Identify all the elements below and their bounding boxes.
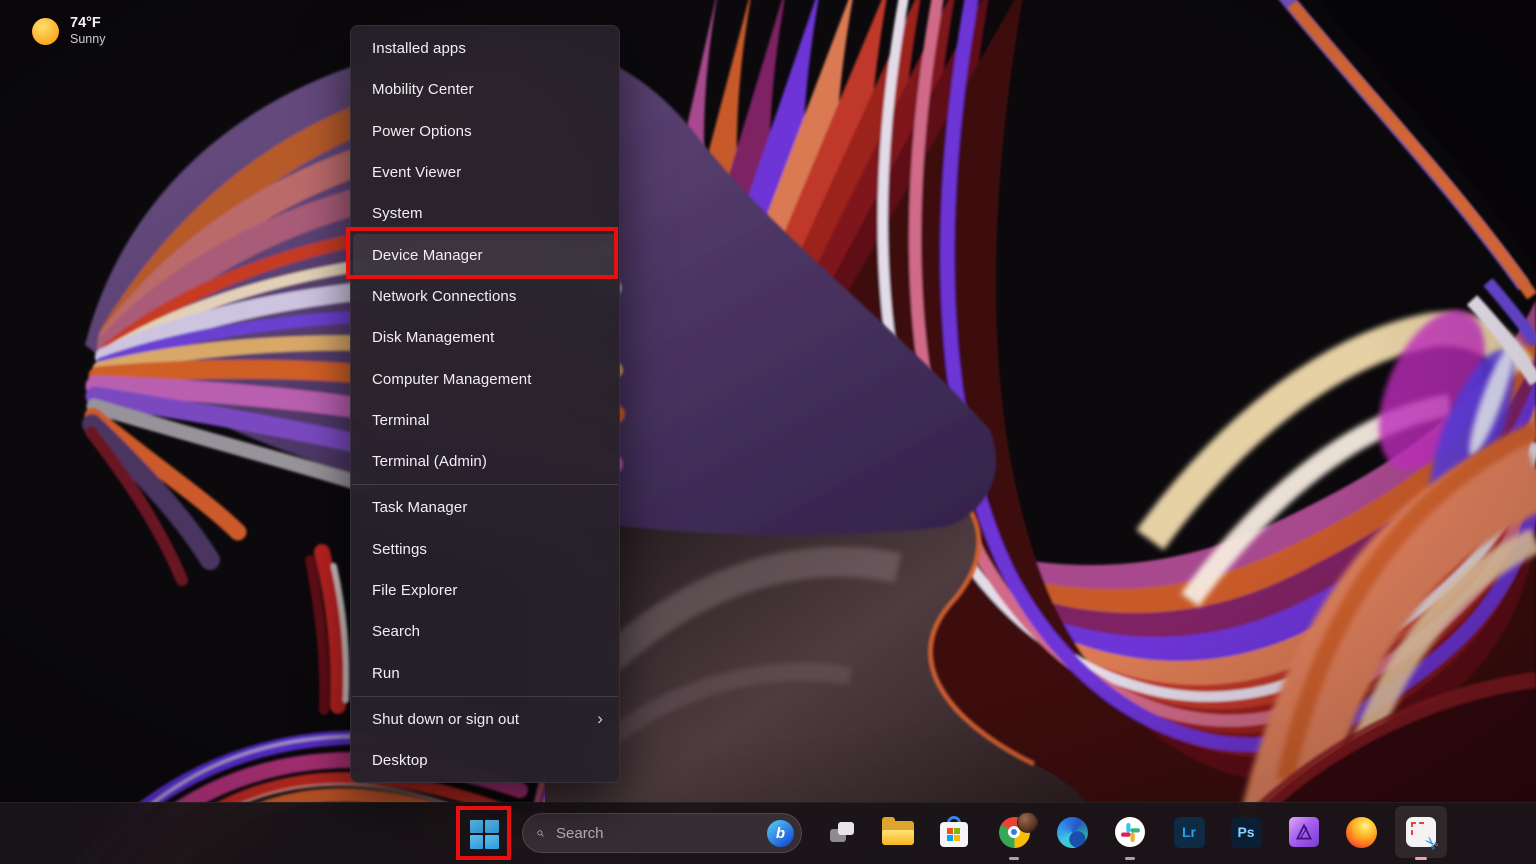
menu-item-event-viewer[interactable]: Event Viewer <box>353 152 617 193</box>
taskbar-app-snipping-tool[interactable]: ✂ <box>1395 806 1447 858</box>
weather-condition: Sunny <box>70 32 105 48</box>
menu-item-label: Event Viewer <box>372 164 461 181</box>
taskbar-app-lightroom[interactable]: Lr <box>1167 810 1211 854</box>
taskbar-app-photoshop[interactable]: Ps <box>1224 810 1268 854</box>
menu-item-label: System <box>372 205 423 222</box>
lightroom-badge: Lr <box>1182 824 1196 840</box>
taskbar-app-file-explorer[interactable] <box>876 810 920 854</box>
file-explorer-icon <box>882 819 914 845</box>
menu-item-label: Installed apps <box>372 40 466 57</box>
weather-temperature: 74°F <box>70 14 105 32</box>
menu-item-power-options[interactable]: Power Options <box>353 111 617 152</box>
menu-separator <box>352 484 618 485</box>
menu-item-network-connections[interactable]: Network Connections <box>353 276 617 317</box>
menu-item-label: Power Options <box>372 123 472 140</box>
menu-item-disk-management[interactable]: Disk Management <box>353 317 617 358</box>
menu-item-mobility-center[interactable]: Mobility Center <box>353 69 617 110</box>
menu-item-settings[interactable]: Settings <box>353 529 617 570</box>
search-input[interactable] <box>554 824 757 843</box>
lightroom-icon: Lr <box>1174 817 1205 848</box>
menu-item-label: Computer Management <box>372 371 531 388</box>
menu-item-label: Settings <box>372 541 427 558</box>
menu-item-terminal-admin[interactable]: Terminal (Admin) <box>353 441 617 482</box>
menu-item-installed-apps[interactable]: Installed apps <box>353 28 617 69</box>
menu-item-label: Run <box>372 665 400 682</box>
menu-item-file-explorer[interactable]: File Explorer <box>353 570 617 611</box>
menu-item-shut-down-or-sign-out[interactable]: Shut down or sign out › <box>353 699 617 740</box>
menu-item-label: Device Manager <box>372 247 483 264</box>
taskbar-app-microsoft-store[interactable] <box>932 810 976 854</box>
taskbar-app-firefox[interactable] <box>1339 810 1383 854</box>
task-view-icon <box>824 816 860 849</box>
bing-chat-icon[interactable]: b <box>767 820 794 847</box>
menu-item-label: Search <box>372 623 420 640</box>
menu-item-task-manager[interactable]: Task Manager <box>353 487 617 528</box>
taskbar-app-affinity-photo[interactable] <box>1282 810 1326 854</box>
search-icon <box>537 825 544 842</box>
menu-item-label: Network Connections <box>372 288 516 305</box>
microsoft-store-icon <box>939 816 969 848</box>
menu-separator <box>352 696 618 697</box>
chrome-profile-avatar <box>1017 812 1038 833</box>
slack-icon <box>1115 817 1145 847</box>
start-button[interactable] <box>460 810 508 858</box>
running-indicator-slack <box>1125 857 1135 860</box>
menu-item-label: Desktop <box>372 752 428 769</box>
menu-item-label: Terminal (Admin) <box>372 453 487 470</box>
taskbar-app-chrome[interactable] <box>992 810 1036 854</box>
taskbar-app-edge[interactable] <box>1050 810 1094 854</box>
menu-item-device-manager[interactable]: Device Manager <box>353 234 617 275</box>
menu-item-computer-management[interactable]: Computer Management <box>353 358 617 399</box>
menu-item-terminal[interactable]: Terminal <box>353 400 617 441</box>
running-indicator-snipping-tool <box>1415 857 1427 860</box>
menu-item-desktop[interactable]: Desktop <box>353 740 617 781</box>
sun-icon <box>32 18 59 45</box>
weather-widget[interactable]: 74°F Sunny <box>24 8 113 54</box>
edge-icon <box>1057 817 1088 848</box>
menu-item-label: Task Manager <box>372 499 467 516</box>
menu-item-search[interactable]: Search <box>353 611 617 652</box>
taskbar-app-task-view[interactable] <box>820 810 864 854</box>
snipping-tool-icon: ✂ <box>1406 817 1436 847</box>
winx-menu: Installed apps Mobility Center Power Opt… <box>350 25 620 783</box>
menu-item-run[interactable]: Run <box>353 652 617 693</box>
affinity-photo-icon <box>1289 817 1319 847</box>
running-indicator-chrome <box>1009 857 1019 860</box>
desktop: Installed apps Mobility Center Power Opt… <box>0 0 1536 864</box>
menu-item-label: Mobility Center <box>372 81 474 98</box>
menu-item-label: File Explorer <box>372 582 458 599</box>
search-bar[interactable]: b <box>522 813 802 853</box>
menu-item-label: Shut down or sign out <box>372 711 519 728</box>
menu-item-label: Terminal <box>372 412 429 429</box>
windows-logo-icon <box>470 820 499 849</box>
taskbar-app-slack[interactable] <box>1108 810 1152 854</box>
photoshop-badge: Ps <box>1237 824 1254 840</box>
chrome-icon <box>999 817 1030 848</box>
wallpaper <box>0 0 1536 864</box>
firefox-icon <box>1346 817 1377 848</box>
menu-item-system[interactable]: System <box>353 193 617 234</box>
chevron-right-icon: › <box>597 710 603 727</box>
menu-item-label: Disk Management <box>372 329 494 346</box>
photoshop-icon: Ps <box>1231 817 1262 848</box>
